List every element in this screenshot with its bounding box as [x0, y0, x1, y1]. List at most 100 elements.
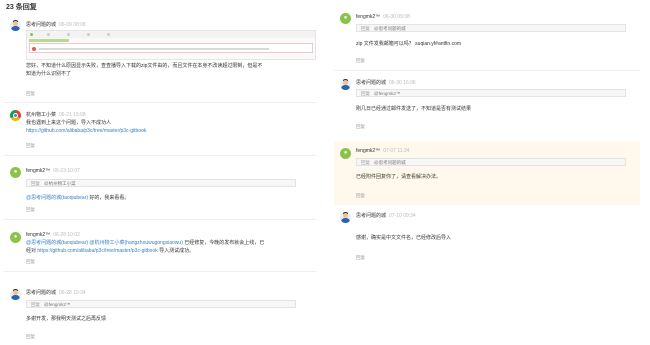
quote-label: 回复 — [361, 160, 370, 165]
comment-line: 刚几日已经通过邮件发送了，不知道是否有测试结果 — [356, 106, 472, 112]
avatar[interactable] — [10, 289, 21, 300]
comment-item: 思考问题的城 06-30 16:06 回复 @fengmk2™ 刚几日已经通过邮件发… — [334, 72, 640, 140]
comment-link[interactable]: https://github.com/alibaba/p3c/tree/mast… — [37, 248, 157, 254]
error-icon — [32, 47, 36, 51]
comment-text: 刚几日已经通过邮件发送了，不知道是否有测试结果 — [356, 106, 636, 114]
mention-link[interactable]: @思考问题的城(taoqiubear) @杭州物工小菜(hangzhouwugo… — [26, 240, 183, 246]
comment-line: 知道为什么识别不了 — [26, 70, 72, 77]
reply-quote: 回复 @思考问题的城 — [356, 158, 626, 166]
reply-button[interactable]: 回复 — [26, 334, 35, 340]
comment-time: 07-10 09:34 — [389, 213, 416, 219]
comment-item: ● fengmk2™ 06-30 09:08 回复 @思考问题的城 zip 文件发我… — [334, 6, 640, 71]
page-title: 23 条回复 — [6, 4, 37, 11]
quote-text: @fengmk2™ — [44, 302, 71, 307]
reply-button[interactable]: 回复 — [356, 124, 365, 130]
divider — [4, 219, 316, 220]
author-name[interactable]: fengmk2™ — [26, 232, 50, 238]
comment-time: 06-09 08:08 — [59, 22, 86, 28]
quote-text: @思考问题的城 — [374, 26, 406, 31]
author-name[interactable]: fengmk2™ — [356, 148, 380, 154]
reply-quote: 回复 @fengmk2™ — [356, 89, 626, 97]
comment-item: 思考问题的城 06-09 08:08 您好，不知道什么原因显示失败，查查播导入下载… — [4, 14, 316, 104]
author-name[interactable]: fengmk2™ — [26, 168, 50, 174]
reply-button[interactable]: 回复 — [26, 259, 35, 265]
comment-author[interactable]: 思考问题的城 06-09 08:08 — [26, 21, 86, 28]
avatar[interactable]: ● — [10, 167, 21, 178]
reply-quote: 回复 @杭州物工小菜 — [26, 179, 296, 187]
quote-label: 回复 — [31, 302, 40, 307]
author-name[interactable]: 思考问题的城 — [26, 22, 56, 28]
comment-item: ● fengmk2™ 06-23 10:07 回复 @杭州物工小菜 @思考问题的城(… — [4, 159, 316, 220]
reply-button[interactable]: 回复 — [356, 193, 365, 199]
comment-author[interactable]: fengmk2™ 06-28 10:02 — [26, 232, 80, 238]
avatar[interactable]: ● — [340, 13, 351, 24]
comment-line: 好的，我来看看。 — [88, 195, 130, 201]
divider — [4, 271, 316, 272]
reply-button[interactable]: 回复 — [26, 143, 35, 149]
quote-text: @杭州物工小菜 — [44, 181, 76, 186]
comment-link[interactable]: https://github.com/alibaba/p3c/tree/mast… — [26, 128, 314, 136]
avatar[interactable] — [10, 20, 21, 31]
comment-line: 感谢，确实是中文文件名，已经修改后导入 — [356, 235, 452, 241]
quote-label: 回复 — [361, 91, 370, 96]
comment-line: 您好，不知道什么原因显示失败，查查播导入下载的zip文件由的，而且文件在本身不改… — [26, 63, 263, 69]
author-name[interactable]: 思考问题的城 — [356, 213, 386, 219]
reply-quote: 回复 @fengmk2™ — [26, 300, 296, 308]
screenshot-toolbar — [27, 31, 315, 38]
reply-button[interactable]: 回复 — [26, 207, 35, 213]
avatar[interactable]: ● — [10, 232, 21, 243]
comment-time: 06-28 10:34 — [59, 290, 86, 296]
comment-author[interactable]: 思考问题的城 07-10 09:34 — [356, 212, 416, 219]
author-name[interactable]: 杭州物工小菜 — [26, 112, 56, 118]
avatar[interactable] — [10, 110, 21, 121]
reply-quote: 回复 @思考问题的城 — [356, 24, 626, 32]
reply-button[interactable]: 回复 — [356, 58, 365, 64]
author-name[interactable]: 思考问题的城 — [26, 290, 56, 296]
comment-text: @思考问题的城(taoqiubear) @杭州物工小菜(hangzhouwugo… — [26, 240, 316, 255]
comment-item: ● fengmk2™ 06-28 10:02 @思考问题的城(taoqiubear… — [4, 222, 316, 284]
author-name[interactable]: fengmk2™ — [356, 14, 380, 20]
quote-label: 回复 — [361, 26, 370, 31]
comment-time: 06-23 10:07 — [53, 168, 80, 174]
comment-text: @思考问题的城(taoqiubear) 好的，我来看看。 — [26, 195, 314, 203]
comment-item: 思考问题的城 06-28 10:34 回复 @fengmk2™ 多谢开发，那我明天测… — [4, 281, 316, 345]
comment-text: 已经附件回复你了，请查看解决办法。 — [356, 174, 636, 182]
comment-time: 06-30 16:06 — [389, 80, 416, 86]
comment-time: 07-07 11:24 — [383, 148, 410, 154]
comment-time: 06-21 15:08 — [59, 112, 86, 118]
attached-screenshot[interactable] — [26, 30, 316, 60]
comment-item-highlighted: ● fengmk2™ 07-07 11:24 回复 @思考问题的城 已经附件回复你了… — [334, 141, 640, 205]
comment-line: 导入测试成功。 — [157, 247, 195, 254]
divider — [4, 155, 316, 156]
quote-label: 回复 — [31, 181, 40, 186]
reply-button[interactable]: 回复 — [356, 255, 365, 261]
mention-link[interactable]: @思考问题的城(taoqiubear) — [26, 195, 88, 201]
quote-text: @思考问题的城 — [374, 160, 406, 165]
comment-text: zip 文件发我邮箱可以吗？ suqian.yf#antfin.com — [356, 41, 636, 49]
comment-time: 06-30 09:08 — [383, 14, 410, 20]
comment-line: 我也遇到上来这个问题，导入不成功人 — [26, 120, 112, 126]
comment-line: 多谢开发，那我明天测试之后再反馈 — [26, 316, 107, 322]
comment-text: 我也遇到上来这个问题，导入不成功人 https://github.com/ali… — [26, 120, 314, 135]
comment-author[interactable]: 思考问题的城 06-30 16:06 — [356, 79, 416, 86]
comment-author[interactable]: 杭州物工小菜 06-21 15:08 — [26, 111, 86, 118]
avatar[interactable] — [340, 212, 351, 223]
comment-author[interactable]: fengmk2™ 06-23 10:07 — [26, 168, 80, 174]
comment-author[interactable]: fengmk2™ 06-30 09:08 — [356, 14, 410, 20]
comment-time: 06-28 10:02 — [53, 232, 80, 238]
comment-author[interactable]: 思考问题的城 06-28 10:34 — [26, 289, 86, 296]
comment-item: 杭州物工小菜 06-21 15:08 我也遇到上来这个问题，导入不成功人 http… — [4, 104, 316, 159]
avatar[interactable] — [340, 79, 351, 90]
comment-line: 已经附件回复你了，请查看解决办法。 — [356, 174, 442, 180]
comment-line: 经对 — [26, 247, 38, 254]
author-name[interactable]: 思考问题的城 — [356, 80, 386, 86]
reply-button[interactable]: 回复 — [26, 91, 35, 97]
comment-text: 多谢开发，那我明天测试之后再反馈 — [26, 316, 314, 324]
comment-line: zip 文件发我邮箱可以吗？ suqian.yf#antfin.com — [356, 41, 462, 47]
comment-text: 感谢，确实是中文文件名，已经修改后导入 — [356, 235, 636, 243]
avatar[interactable]: ● — [340, 148, 351, 159]
comment-item: 思考问题的城 07-10 09:34 感谢，确实是中文文件名，已经修改后导入 回复 — [334, 208, 640, 268]
comment-text: 您好，不知道什么原因显示失败，查查播导入下载的zip文件由的，而且文件在本身不改… — [26, 63, 314, 78]
error-bar — [29, 43, 313, 53]
comment-author[interactable]: fengmk2™ 07-07 11:24 — [356, 148, 410, 154]
